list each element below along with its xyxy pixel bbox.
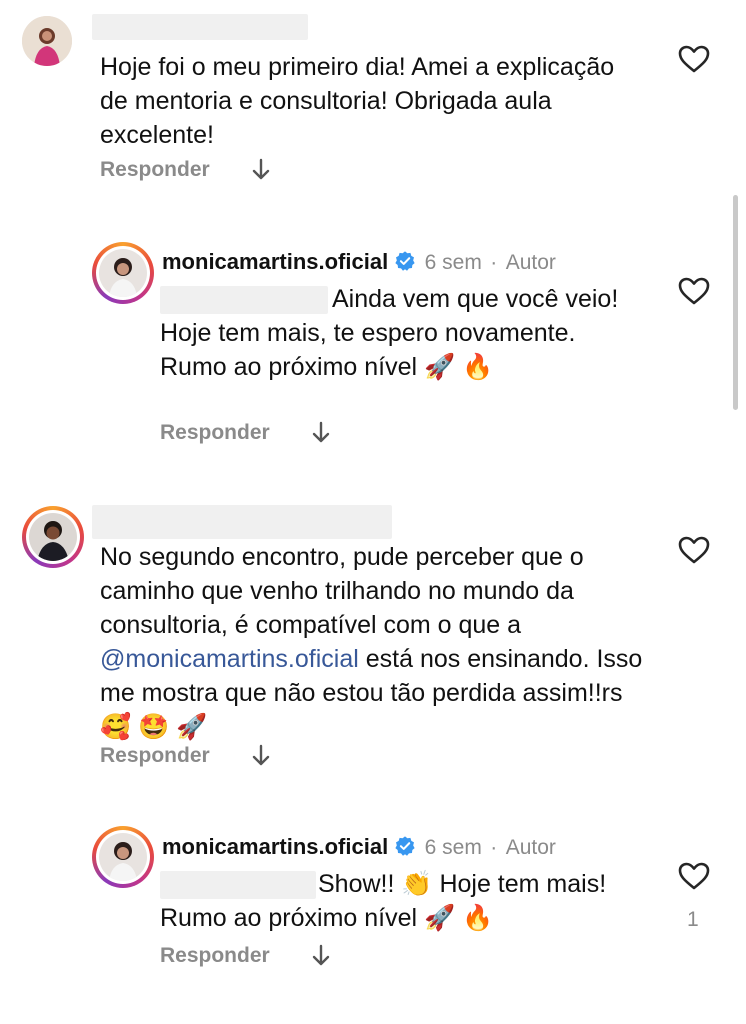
username[interactable]: monicamartins.oficial: [162, 249, 388, 274]
avatar[interactable]: [92, 242, 154, 304]
redacted-username: [92, 14, 308, 40]
comment-text: No segundo encontro, pude perceber que o…: [100, 543, 643, 741]
verified-badge-icon: [395, 251, 415, 271]
comment-text: Show!! 👏 Hoje tem mais! Rumo ao próximo …: [160, 870, 607, 932]
mention-link[interactable]: @monicamartins.oficial: [100, 645, 359, 673]
heart-outline-icon[interactable]: [678, 276, 710, 306]
comment-text: Ainda vem que você veio! Hoje tem mais, …: [160, 285, 619, 381]
timestamp: 6 sem: [424, 251, 482, 274]
reply-button[interactable]: Responder: [160, 944, 270, 968]
verified-badge-icon: [395, 836, 415, 856]
separator: ·: [490, 251, 498, 274]
heart-outline-icon[interactable]: [678, 861, 710, 891]
author-label: Autor: [505, 836, 556, 859]
username[interactable]: monicamartins.oficial: [162, 834, 388, 859]
comment-header: monicamartins.oficial 6 sem · Autor: [162, 834, 556, 860]
arrow-down-icon[interactable]: [250, 744, 272, 773]
reply-button[interactable]: Responder: [100, 158, 210, 182]
comment-header: monicamartins.oficial 6 sem · Autor: [162, 249, 556, 275]
avatar[interactable]: [22, 16, 72, 66]
avatar[interactable]: [92, 826, 154, 888]
like-count: 1: [687, 908, 699, 931]
arrow-down-icon[interactable]: [250, 158, 272, 187]
timestamp: 6 sem: [424, 836, 482, 859]
separator: ·: [490, 836, 498, 859]
comment-text: Hoje foi o meu primeiro dia! Amei a expl…: [100, 53, 615, 149]
reply-button[interactable]: Responder: [100, 744, 210, 768]
author-label: Autor: [505, 251, 556, 274]
reply-button[interactable]: Responder: [160, 421, 270, 445]
arrow-down-icon[interactable]: [310, 944, 332, 973]
redacted-username: [92, 505, 392, 539]
arrow-down-icon[interactable]: [310, 421, 332, 450]
avatar[interactable]: [22, 506, 84, 568]
scrollbar[interactable]: [733, 195, 738, 410]
heart-outline-icon[interactable]: [678, 44, 710, 74]
heart-outline-icon[interactable]: [678, 535, 710, 565]
